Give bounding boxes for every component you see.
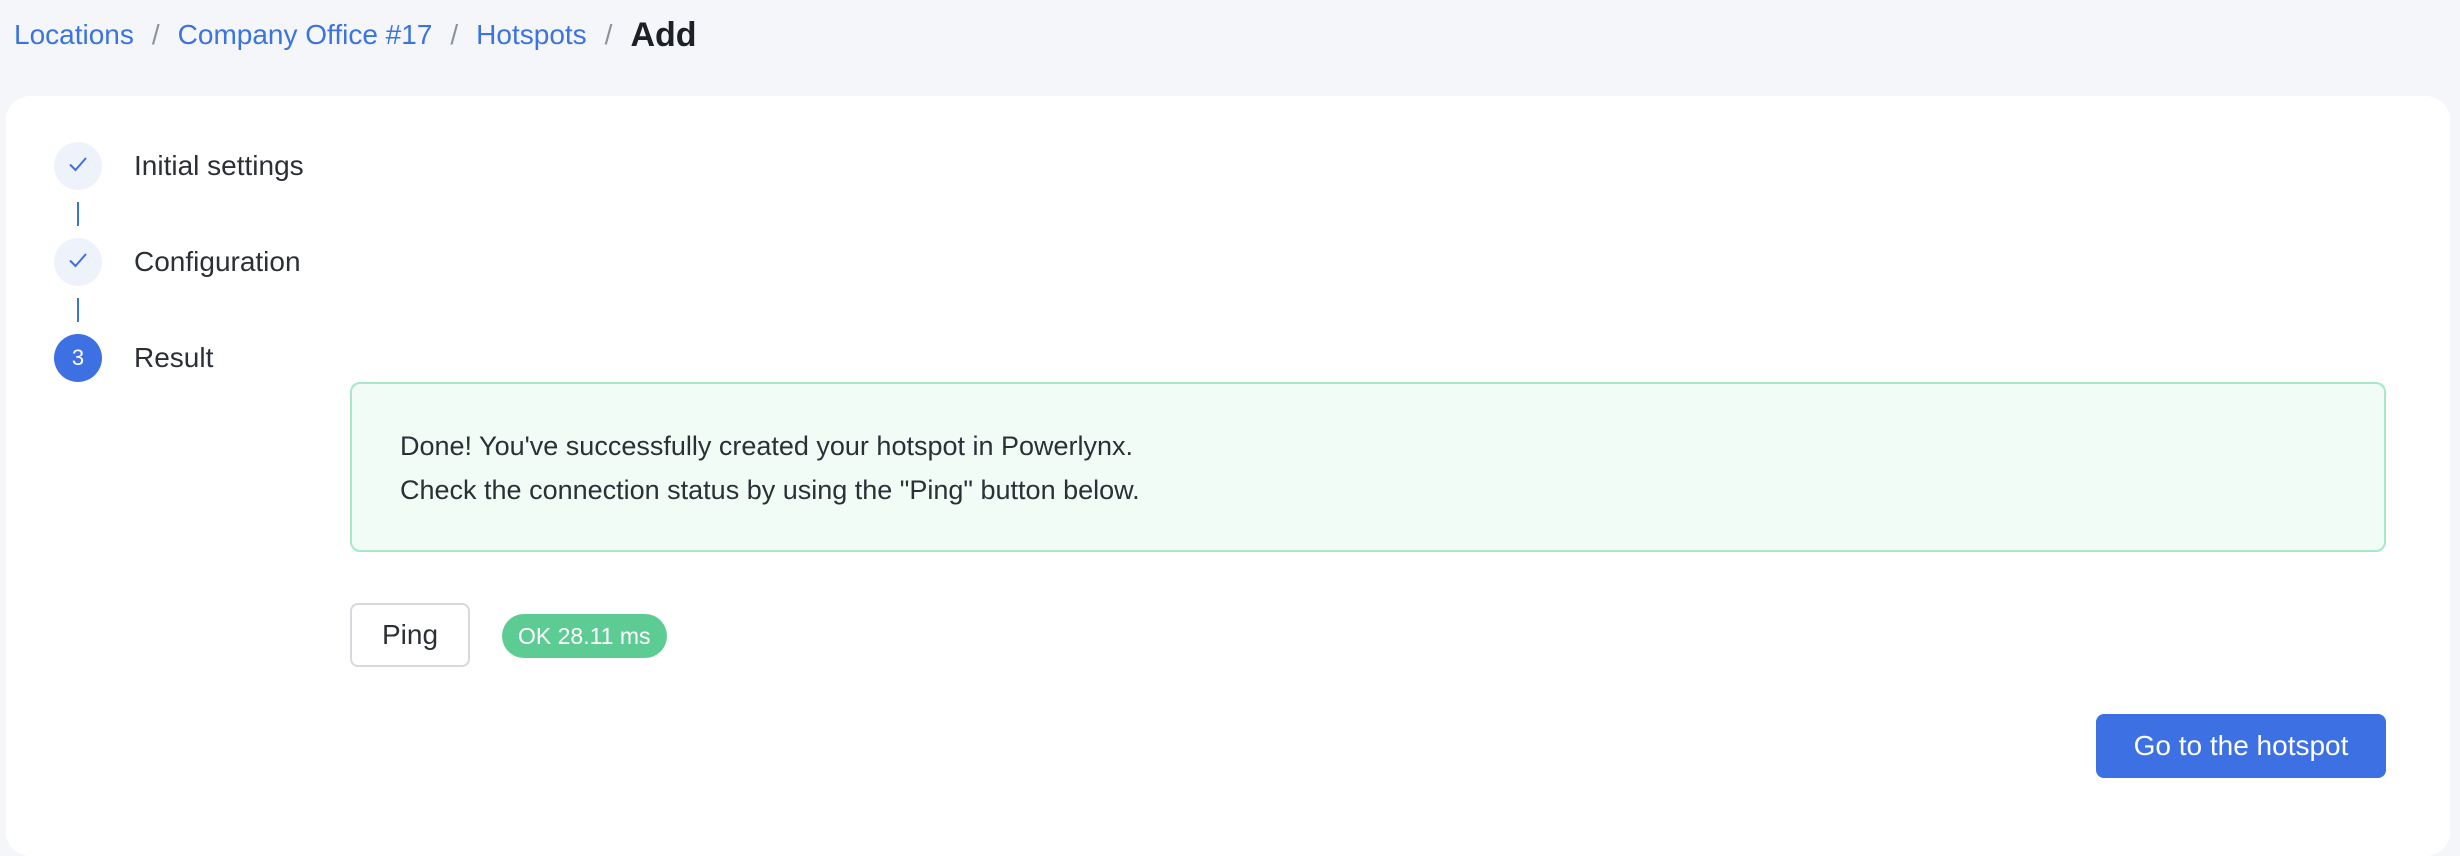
step-number-indicator: 3 <box>54 334 102 382</box>
step-label: Result <box>134 342 214 373</box>
breadcrumb-separator: / <box>151 19 160 50</box>
breadcrumb-locations-link[interactable]: Locations <box>14 19 134 51</box>
breadcrumb-location-link[interactable]: Company Office #17 <box>178 19 433 51</box>
success-alert: Done! You've successfully created your h… <box>350 382 2386 552</box>
success-message: Done! You've successfully created your h… <box>400 431 1134 461</box>
step-completed-indicator <box>54 238 102 286</box>
check-icon <box>66 248 90 277</box>
step-completed-indicator <box>54 142 102 190</box>
step-label: Configuration <box>134 246 301 277</box>
breadcrumb-separator: / <box>604 19 613 50</box>
breadcrumb: Locations / Company Office #17 / Hotspot… <box>14 14 697 56</box>
step-configuration: Configuration <box>54 238 301 286</box>
success-instructions: Check the connection status by using the… <box>400 475 1140 505</box>
check-icon <box>66 152 90 181</box>
page-title: Add <box>630 15 697 54</box>
step-connector <box>77 202 79 226</box>
breadcrumb-separator: / <box>450 19 459 50</box>
ping-button[interactable]: Ping <box>350 603 470 667</box>
ping-status-badge: OK 28.11 ms <box>502 614 667 658</box>
step-initial-settings: Initial settings <box>54 142 304 190</box>
go-to-hotspot-button[interactable]: Go to the hotspot <box>2096 714 2386 778</box>
step-result: 3 Result <box>54 334 213 382</box>
step-label: Initial settings <box>134 150 304 181</box>
step-connector <box>77 298 79 322</box>
breadcrumb-hotspots-link[interactable]: Hotspots <box>476 19 587 51</box>
wizard-card: Initial settings Configuration 3 Result … <box>6 96 2450 856</box>
